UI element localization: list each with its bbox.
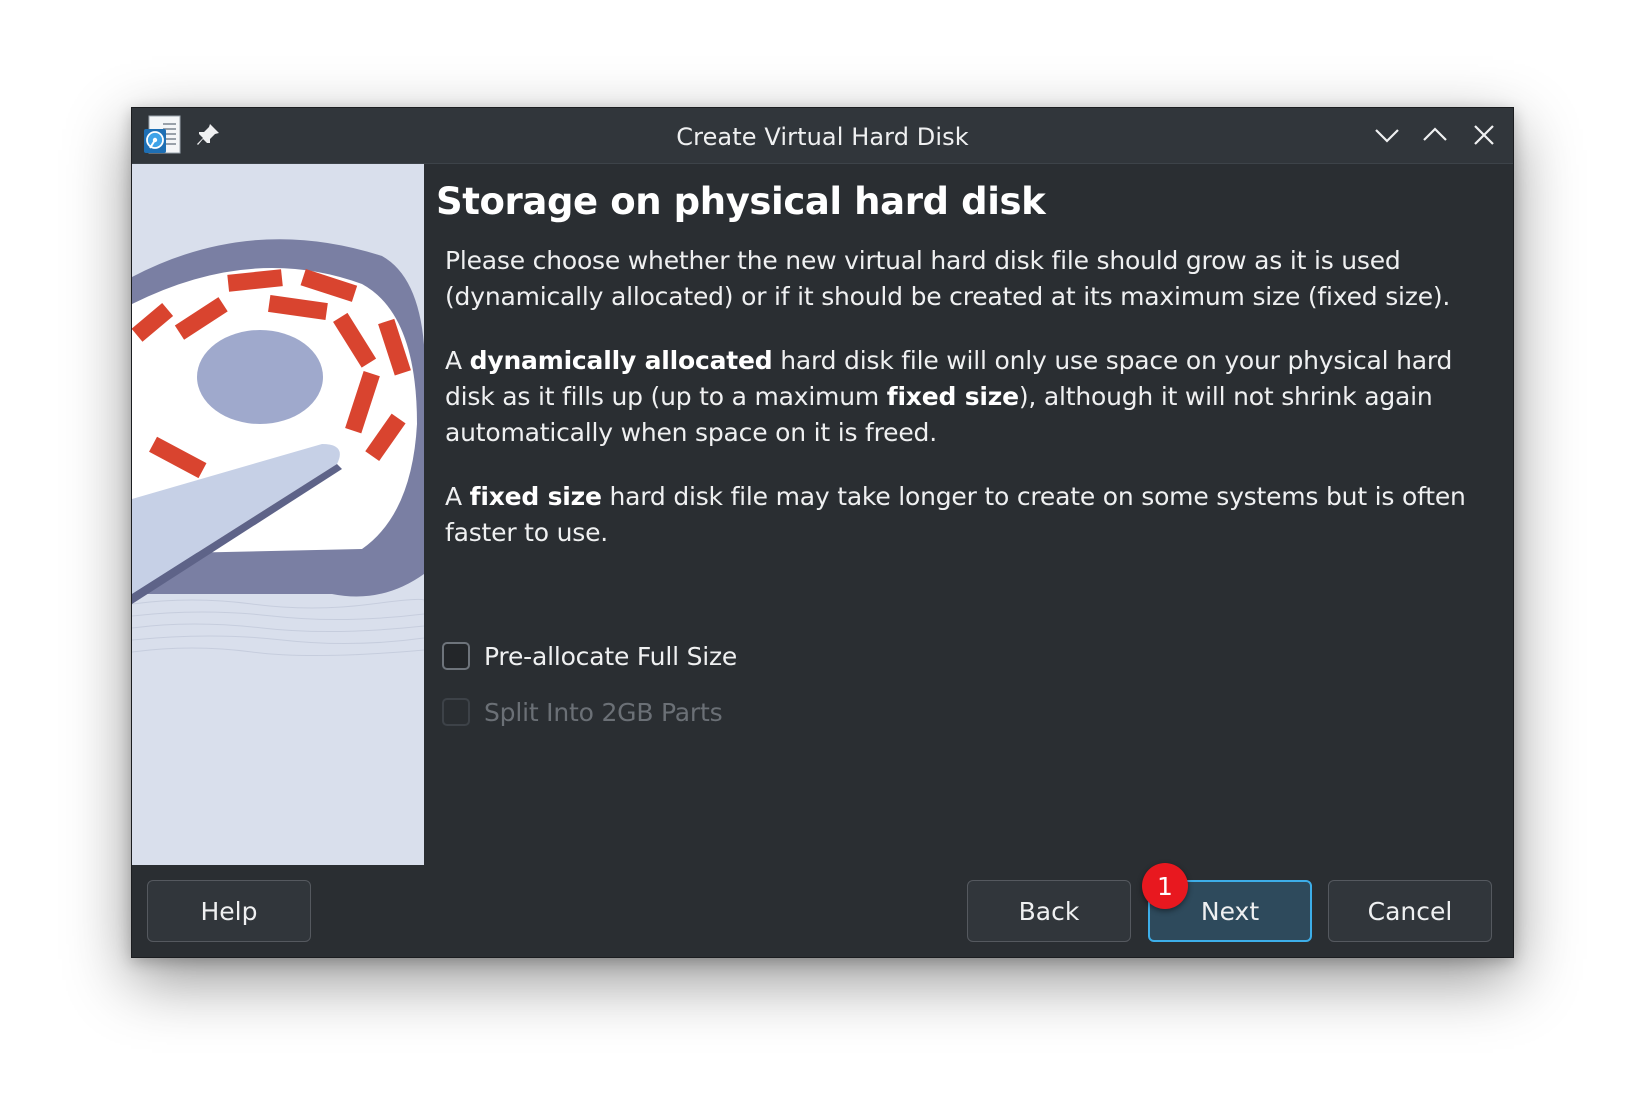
dynamic-allocation-paragraph: A dynamically allocated hard disk file w… <box>445 343 1497 451</box>
page-title: Storage on physical hard disk <box>436 180 1046 223</box>
window-title: Create Virtual Hard Disk <box>676 123 969 151</box>
bold-text: dynamically allocated <box>469 346 773 375</box>
text-span: A <box>445 482 470 511</box>
close-icon[interactable] <box>1469 120 1499 150</box>
split-checkbox <box>442 698 470 726</box>
bold-text: fixed size <box>469 482 602 511</box>
fixed-size-paragraph: A fixed size hard disk file may take lon… <box>445 479 1497 551</box>
preallocate-label[interactable]: Pre-allocate Full Size <box>484 642 737 671</box>
button-bar: Help Back Next Cancel <box>132 865 1513 957</box>
title-bar: Create Virtual Hard Disk <box>132 108 1513 164</box>
wizard-page: Storage on physical hard disk Please cho… <box>436 164 1497 727</box>
step-marker-badge: 1 <box>1142 863 1188 909</box>
split-label: Split Into 2GB Parts <box>484 697 723 727</box>
description-paragraph: Please choose whether the new virtual ha… <box>445 246 1451 311</box>
preallocate-checkbox-row[interactable]: Pre-allocate Full Size <box>442 639 737 673</box>
preallocate-checkbox[interactable] <box>442 642 470 670</box>
help-button[interactable]: Help <box>147 880 311 942</box>
cancel-button[interactable]: Cancel <box>1328 880 1492 942</box>
bold-text: fixed size <box>886 382 1019 411</box>
chevron-up-icon[interactable] <box>1420 120 1450 150</box>
chevron-down-icon[interactable] <box>1372 120 1402 150</box>
split-checkbox-row: Split Into 2GB Parts <box>442 695 723 729</box>
wizard-banner-image <box>132 164 424 865</box>
text-span: A <box>445 346 470 375</box>
back-button[interactable]: Back <box>967 880 1131 942</box>
dialog-window: Create Virtual Hard Disk Storage on phys… <box>131 107 1514 958</box>
